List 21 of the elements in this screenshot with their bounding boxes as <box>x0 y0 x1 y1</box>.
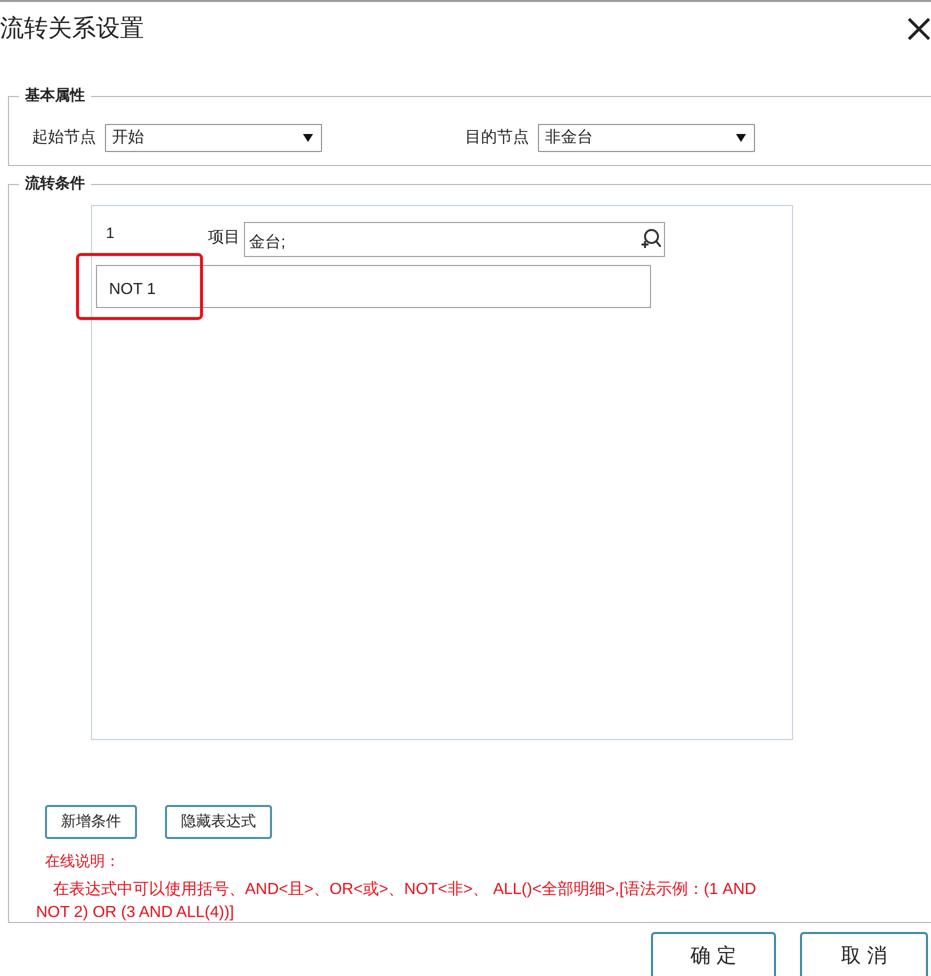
close-icon[interactable] <box>908 18 930 40</box>
section-legend: 基本属性 <box>19 86 91 106</box>
window-title: 流转关系设置 <box>0 14 144 44</box>
hide-expression-button[interactable]: 隐藏表达式 <box>165 805 272 839</box>
search-icon[interactable] <box>640 228 661 249</box>
node-dropdown[interactable]: 非金台 <box>538 124 755 152</box>
field-label: 项目 <box>208 228 240 248</box>
item-field[interactable]: 金台; <box>244 222 665 257</box>
cancel-button[interactable]: 取 消 <box>800 932 928 976</box>
section-legend: 流转条件 <box>19 174 91 194</box>
caret-icon <box>303 133 313 143</box>
field-label: 起始节点 <box>32 128 96 148</box>
help-title: 在线说明： <box>45 852 120 872</box>
caret-icon <box>736 133 746 143</box>
expression-field[interactable]: NOT 1 <box>96 265 651 308</box>
condition-number: 1 <box>105 224 116 244</box>
add-condition-button[interactable]: 新增条件 <box>45 805 137 839</box>
ok-button[interactable]: 确 定 <box>651 932 776 976</box>
field-label: 目的节点 <box>465 128 529 148</box>
help-text: 在表达式中可以使用括号、AND<且>、OR<或>、NOT<非>、 ALL()<全部明细>,[语法示例：(1 AND NOT 2) OR (3 AND ALL(4))] <box>36 880 758 923</box>
node-dropdown[interactable]: 开始 <box>105 124 322 152</box>
